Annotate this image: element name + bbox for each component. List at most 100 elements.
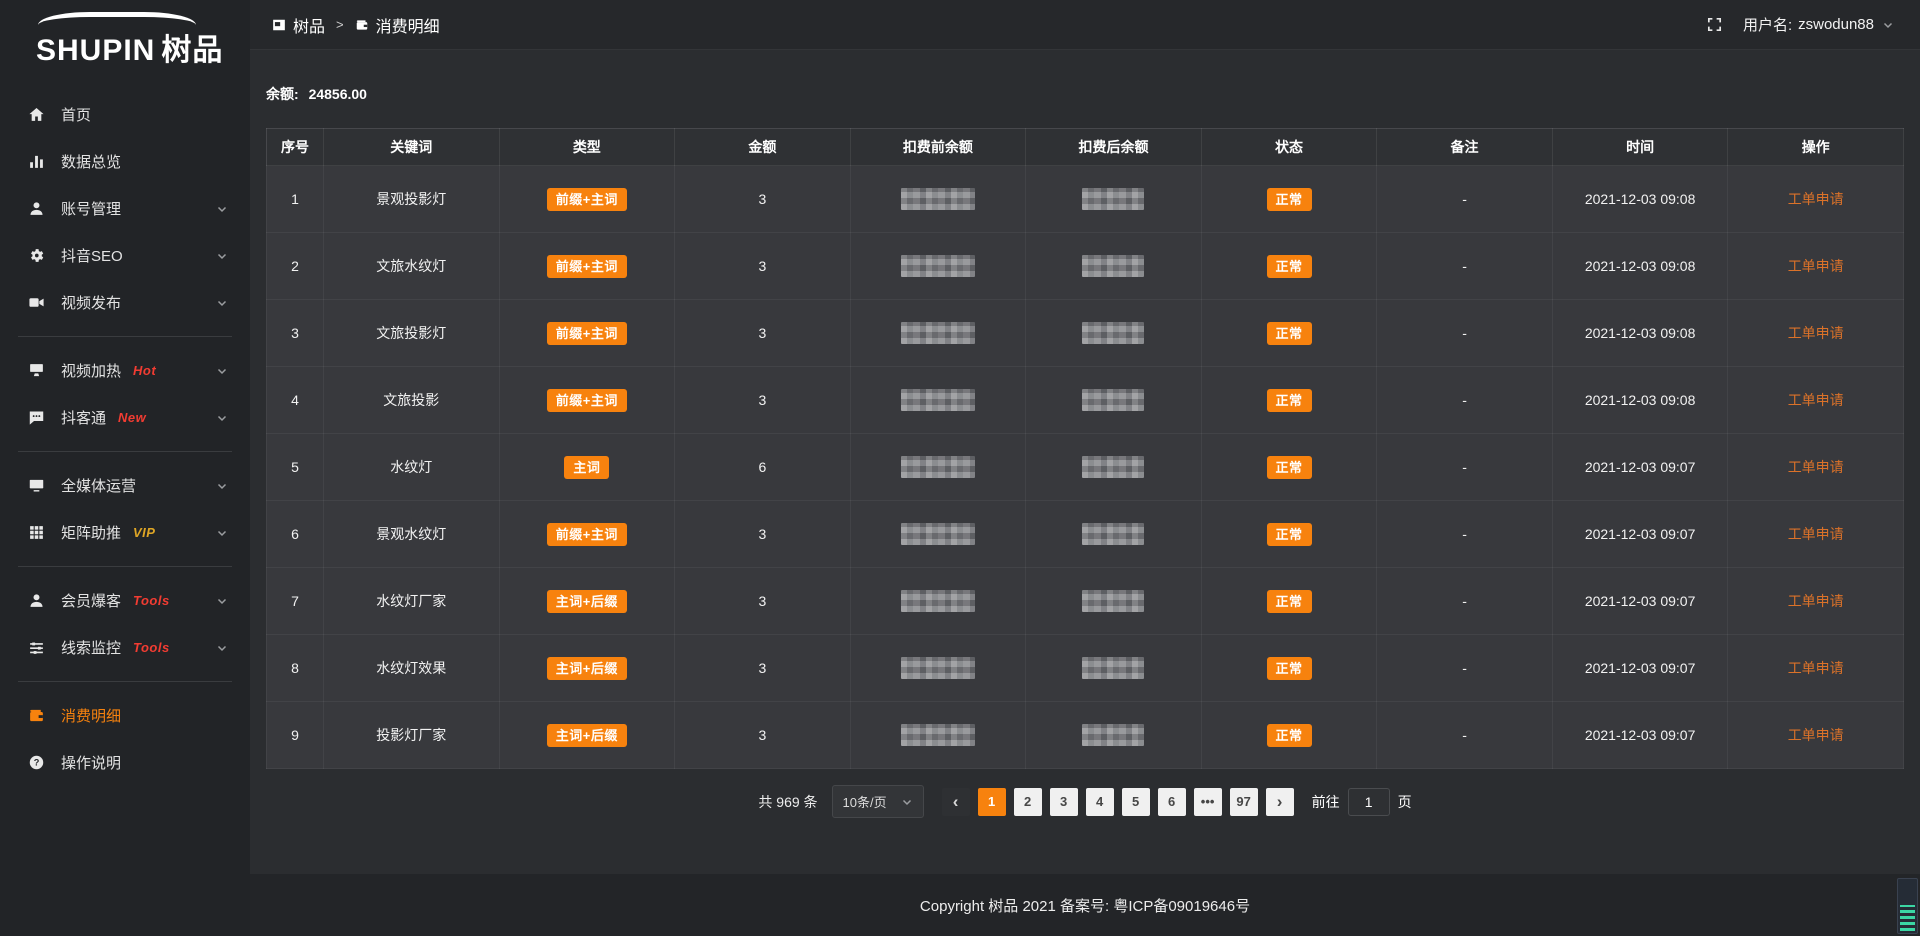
cell-action: 工单申请 (1728, 702, 1904, 769)
prev-page-button[interactable]: ‹ (942, 788, 970, 816)
page-number-button[interactable]: 5 (1122, 788, 1150, 816)
page-number-button[interactable]: 3 (1050, 788, 1078, 816)
work-order-link[interactable]: 工单申请 (1788, 593, 1844, 609)
menu-divider (18, 451, 232, 452)
work-order-link[interactable]: 工单申请 (1788, 660, 1844, 676)
cell-amount: 3 (675, 166, 851, 233)
cell-time: 2021-12-03 09:08 (1552, 367, 1728, 434)
sidebar-item-label: 矩阵助推 (61, 522, 121, 543)
scroll-widget[interactable] (1897, 878, 1918, 934)
sidebar-item-douyin-seo[interactable]: 抖音SEO (0, 232, 250, 279)
type-badge: 前缀+主词 (547, 523, 627, 546)
cell-amount: 3 (675, 233, 851, 300)
page-ellipsis-button[interactable]: ••• (1194, 788, 1222, 816)
work-order-link[interactable]: 工单申请 (1788, 526, 1844, 542)
page-number-button[interactable]: 1 (978, 788, 1006, 816)
cell-keyword: 水纹灯厂家 (324, 568, 500, 635)
page-number-button[interactable]: 4 (1086, 788, 1114, 816)
redacted-balance-after (1082, 657, 1144, 679)
work-order-link[interactable]: 工单申请 (1788, 325, 1844, 341)
redacted-balance-after (1082, 322, 1144, 344)
cell-keyword: 景观投影灯 (324, 166, 500, 233)
breadcrumb-item-current[interactable]: 消费明细 (355, 13, 440, 37)
cell-balance-before (850, 702, 1026, 769)
cell-balance-after (1026, 635, 1202, 702)
sidebar-item-video-publish[interactable]: 视频发布 (0, 279, 250, 326)
member-icon (26, 591, 46, 611)
work-order-link[interactable]: 工单申请 (1788, 258, 1844, 274)
main-area: 树品 > 消费明细 用户名: zswodun88 余额: 24856.00 (250, 0, 1920, 936)
column-header: 序号 (267, 129, 324, 166)
cell-type: 主词+后缀 (499, 702, 675, 769)
cell-keyword: 投影灯厂家 (324, 702, 500, 769)
chevron-down-icon (216, 412, 228, 424)
gear-icon (26, 246, 46, 266)
sidebar-item-instructions[interactable]: ? 操作说明 (0, 739, 250, 786)
sidebar-item-label: 首页 (61, 104, 91, 125)
work-order-link[interactable]: 工单申请 (1788, 727, 1844, 743)
sidebar-item-label: 消费明细 (61, 705, 121, 726)
cell-remark: - (1377, 434, 1553, 501)
cell-time: 2021-12-03 09:07 (1552, 702, 1728, 769)
chevron-down-icon (216, 595, 228, 607)
fullscreen-icon[interactable] (1706, 16, 1723, 33)
cell-index: 1 (267, 166, 324, 233)
chevron-down-icon (216, 527, 228, 539)
cell-balance-after (1026, 434, 1202, 501)
sidebar-item-doukutong[interactable]: 抖客通 New (0, 394, 250, 441)
cell-remark: - (1377, 635, 1553, 702)
page-size-select[interactable]: 10条/页 (832, 785, 924, 818)
hot-tag: Hot (133, 363, 156, 378)
cell-amount: 6 (675, 434, 851, 501)
user-menu[interactable]: 用户名: zswodun88 (1743, 14, 1894, 35)
cell-remark: - (1377, 300, 1553, 367)
sidebar-item-account-management[interactable]: 账号管理 (0, 185, 250, 232)
column-header: 扣费前余额 (850, 129, 1026, 166)
sidebar-item-label: 抖音SEO (61, 245, 123, 266)
sidebar-item-member-burst[interactable]: 会员爆客 Tools (0, 577, 250, 624)
cell-action: 工单申请 (1728, 434, 1904, 501)
cell-amount: 3 (675, 635, 851, 702)
goto-page: 前往 页 (1312, 788, 1412, 816)
cell-status: 正常 (1201, 434, 1377, 501)
goto-page-input[interactable] (1348, 788, 1390, 816)
type-badge: 前缀+主词 (547, 188, 627, 211)
breadcrumb-item-home[interactable]: 树品 (272, 13, 325, 37)
redacted-balance-after (1082, 724, 1144, 746)
cell-status: 正常 (1201, 233, 1377, 300)
sidebar-item-leads-monitor[interactable]: 线索监控 Tools (0, 624, 250, 671)
sidebar-item-video-heat[interactable]: 视频加热 Hot (0, 347, 250, 394)
balance: 余额: 24856.00 (266, 84, 1904, 104)
page-number-button[interactable]: 97 (1230, 788, 1258, 816)
copyright-text: Copyright 树品 2021 备案号: 粤ICP备09019646号 (920, 895, 1250, 916)
chat-bubble-icon (26, 408, 46, 428)
sidebar-item-data-overview[interactable]: 数据总览 (0, 138, 250, 185)
work-order-link[interactable]: 工单申请 (1788, 392, 1844, 408)
column-header: 类型 (499, 129, 675, 166)
sidebar-item-home[interactable]: 首页 (0, 91, 250, 138)
goto-label: 前往 (1312, 792, 1340, 812)
page-number-button[interactable]: 6 (1158, 788, 1186, 816)
redacted-balance-before (901, 657, 975, 679)
cell-action: 工单申请 (1728, 367, 1904, 434)
sidebar-item-consumption-detail[interactable]: 消费明细 (0, 692, 250, 739)
work-order-link[interactable]: 工单申请 (1788, 459, 1844, 475)
sliders-icon (26, 638, 46, 658)
page-number-button[interactable]: 2 (1014, 788, 1042, 816)
cell-balance-after (1026, 300, 1202, 367)
cell-index: 9 (267, 702, 324, 769)
next-page-button[interactable]: › (1266, 788, 1294, 816)
redacted-balance-before (901, 456, 975, 478)
help-icon: ? (26, 753, 46, 773)
svg-text:?: ? (33, 758, 39, 768)
table-row: 5水纹灯主词6正常-2021-12-03 09:07工单申请 (267, 434, 1904, 501)
sidebar-item-matrix-boost[interactable]: 矩阵助推 VIP (0, 509, 250, 556)
type-badge: 前缀+主词 (547, 389, 627, 412)
page-buttons: 123456 ••• 97 (978, 788, 1258, 816)
table-row: 4文旅投影前缀+主词3正常-2021-12-03 09:08工单申请 (267, 367, 1904, 434)
tools-tag: Tools (133, 640, 170, 655)
sidebar-item-all-media[interactable]: 全媒体运营 (0, 462, 250, 509)
work-order-link[interactable]: 工单申请 (1788, 191, 1844, 207)
username-value: zswodun88 (1798, 16, 1874, 33)
sidebar: SHUPIN树品 首页 数据总览 账号管理 抖音SEO 视频发布 (0, 0, 250, 936)
